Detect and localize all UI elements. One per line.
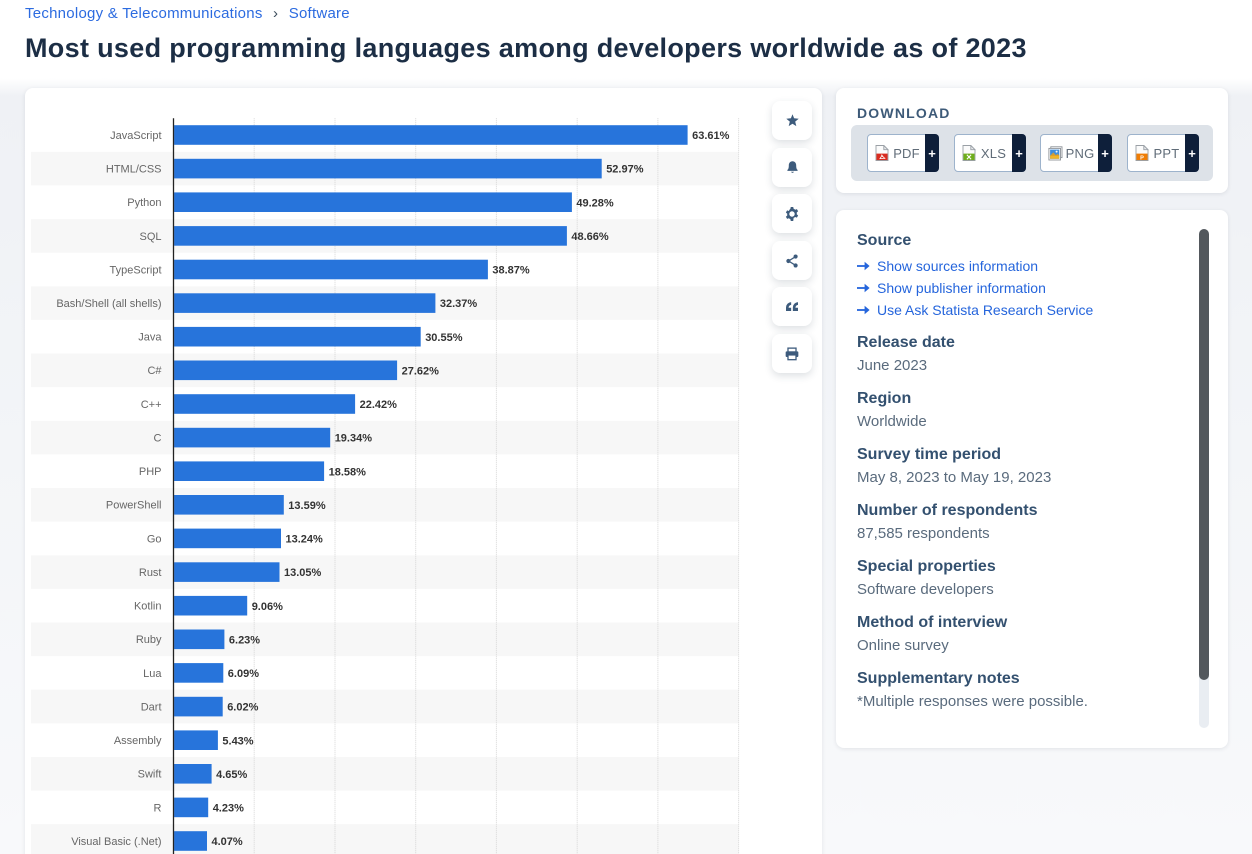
svg-text:Lua: Lua	[143, 668, 162, 680]
svg-text:Visual Basic (.Net): Visual Basic (.Net)	[71, 836, 161, 848]
svg-text:13.24%: 13.24%	[286, 534, 324, 546]
svg-text:Rust: Rust	[139, 567, 162, 579]
svg-text:C: C	[154, 433, 162, 445]
svg-text:C#: C#	[147, 365, 162, 377]
svg-text:6.02%: 6.02%	[227, 702, 258, 714]
svg-text:Java: Java	[138, 332, 162, 344]
svg-text:48.66%: 48.66%	[571, 231, 609, 243]
svg-text:Python: Python	[127, 197, 161, 209]
svg-text:27.62%: 27.62%	[402, 365, 440, 377]
svg-text:4.65%: 4.65%	[216, 769, 247, 781]
svg-text:9.06%: 9.06%	[252, 601, 283, 613]
svg-text:38.87%: 38.87%	[492, 265, 530, 277]
svg-text:6.23%: 6.23%	[229, 634, 260, 646]
svg-text:4.23%: 4.23%	[213, 803, 244, 815]
svg-text:JavaScript: JavaScript	[110, 130, 161, 142]
svg-text:PHP: PHP	[139, 466, 162, 478]
svg-text:19.34%: 19.34%	[335, 433, 373, 445]
svg-text:6.09%: 6.09%	[228, 668, 259, 680]
svg-text:13.59%: 13.59%	[288, 500, 326, 512]
svg-text:32.37%: 32.37%	[440, 298, 478, 310]
svg-text:Swift: Swift	[138, 769, 162, 781]
svg-text:52.97%: 52.97%	[606, 164, 644, 176]
svg-text:Go: Go	[147, 533, 162, 545]
svg-text:C++: C++	[141, 399, 162, 411]
svg-text:Assembly: Assembly	[114, 735, 162, 747]
svg-text:30.55%: 30.55%	[425, 332, 463, 344]
svg-text:5.43%: 5.43%	[222, 735, 253, 747]
svg-text:HTML/CSS: HTML/CSS	[106, 164, 162, 176]
svg-text:63.61%: 63.61%	[692, 130, 730, 142]
svg-text:R: R	[154, 802, 162, 814]
svg-text:TypeScript: TypeScript	[110, 264, 162, 276]
svg-text:22.42%: 22.42%	[360, 399, 398, 411]
svg-text:SQL: SQL	[139, 231, 161, 243]
svg-text:Bash/Shell (all shells): Bash/Shell (all shells)	[56, 298, 161, 310]
svg-text:P: P	[1140, 155, 1144, 161]
svg-text:18.58%: 18.58%	[329, 466, 367, 478]
svg-text:Dart: Dart	[141, 701, 162, 713]
svg-text:Ruby: Ruby	[136, 634, 162, 646]
svg-text:4.07%: 4.07%	[212, 836, 243, 848]
svg-text:13.05%: 13.05%	[284, 567, 322, 579]
svg-text:49.28%: 49.28%	[576, 197, 614, 209]
svg-text:PowerShell: PowerShell	[106, 500, 162, 512]
svg-text:Kotlin: Kotlin	[134, 601, 162, 613]
